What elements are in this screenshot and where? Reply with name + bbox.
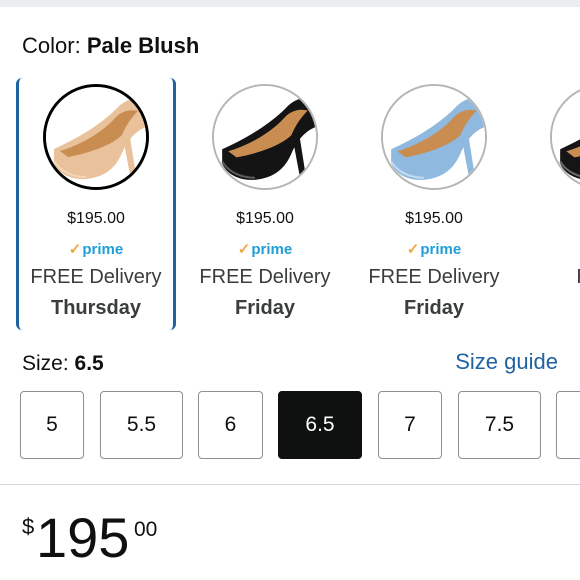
prime-badge: ✓ <box>523 240 580 258</box>
delivery-day: Thursday <box>50 297 142 319</box>
prime-badge: ✓prime <box>19 240 173 258</box>
delivery-day: F <box>523 297 580 320</box>
high-heel-shoe-icon <box>46 87 146 187</box>
prime-check-icon: ✓ <box>237 241 251 258</box>
prime-badge: ✓prime <box>185 240 345 258</box>
delivery-day: Friday <box>234 297 296 319</box>
delivery-text: FREE <box>523 266 580 289</box>
size-value: 6.5 <box>74 352 104 375</box>
size-option-row: 5 5.5 6 6.5 7 7.5 <box>0 391 580 463</box>
prime-check-icon: ✓ <box>68 241 82 258</box>
color-swatch[interactable]: $ ✓ FREE F <box>523 78 580 330</box>
swatch-price: $ <box>523 210 580 228</box>
high-heel-shoe-icon <box>552 86 580 188</box>
color-swatch[interactable]: $195.00 ✓prime FREE Delivery Friday <box>185 78 345 330</box>
size-label: Size: <box>22 352 69 375</box>
prime-label: prime <box>251 241 293 258</box>
high-heel-shoe-icon <box>214 86 316 188</box>
size-option-button[interactable]: 7.5 <box>458 391 541 459</box>
shoe-swatch-image <box>43 84 149 190</box>
size-option-button[interactable] <box>556 391 580 459</box>
size-option-button[interactable]: 6 <box>198 391 263 459</box>
shoe-swatch-image <box>550 84 580 190</box>
color-label: Color: <box>22 33 81 58</box>
color-heading: Color: Pale Blush <box>22 32 199 60</box>
swatch-price: $195.00 <box>67 210 125 227</box>
swatch-price: $195.00 <box>236 210 294 227</box>
size-heading: Size: 6.5 <box>22 350 104 378</box>
prime-badge: ✓prime <box>354 240 514 258</box>
prime-check-icon: ✓ <box>406 241 420 258</box>
size-option-button[interactable]: 7 <box>378 391 442 459</box>
prime-label: prime <box>420 241 462 258</box>
color-swatch[interactable]: $195.00 ✓prime FREE Delivery Thursday <box>16 78 176 330</box>
delivery-text: FREE Delivery <box>30 266 162 288</box>
size-guide-link[interactable]: Size guide <box>455 348 558 376</box>
price-fraction: 00 <box>134 518 158 541</box>
color-value: Pale Blush <box>86 33 200 58</box>
shoe-swatch-image <box>212 84 318 190</box>
section-divider <box>0 484 580 485</box>
price-currency-symbol: $ <box>22 514 35 539</box>
delivery-text: FREE Delivery <box>199 266 331 288</box>
delivery-day: Friday <box>403 297 465 319</box>
high-heel-shoe-icon <box>383 86 485 188</box>
color-swatch[interactable]: $195.00 ✓prime FREE Delivery Friday <box>354 78 514 330</box>
size-option-button[interactable]: 5 <box>20 391 84 459</box>
prime-label: prime <box>82 241 124 258</box>
shoe-swatch-image <box>381 84 487 190</box>
size-option-button[interactable]: 5.5 <box>100 391 183 459</box>
delivery-text: FREE Delivery <box>368 266 500 288</box>
size-option-button[interactable]: 6.5 <box>278 391 362 459</box>
price-whole: 195 <box>36 506 130 569</box>
color-swatch-row: $195.00 ✓prime FREE Delivery Thursday $195.0… <box>0 78 580 338</box>
top-separator-bar <box>0 0 580 7</box>
swatch-price: $195.00 <box>405 210 463 227</box>
